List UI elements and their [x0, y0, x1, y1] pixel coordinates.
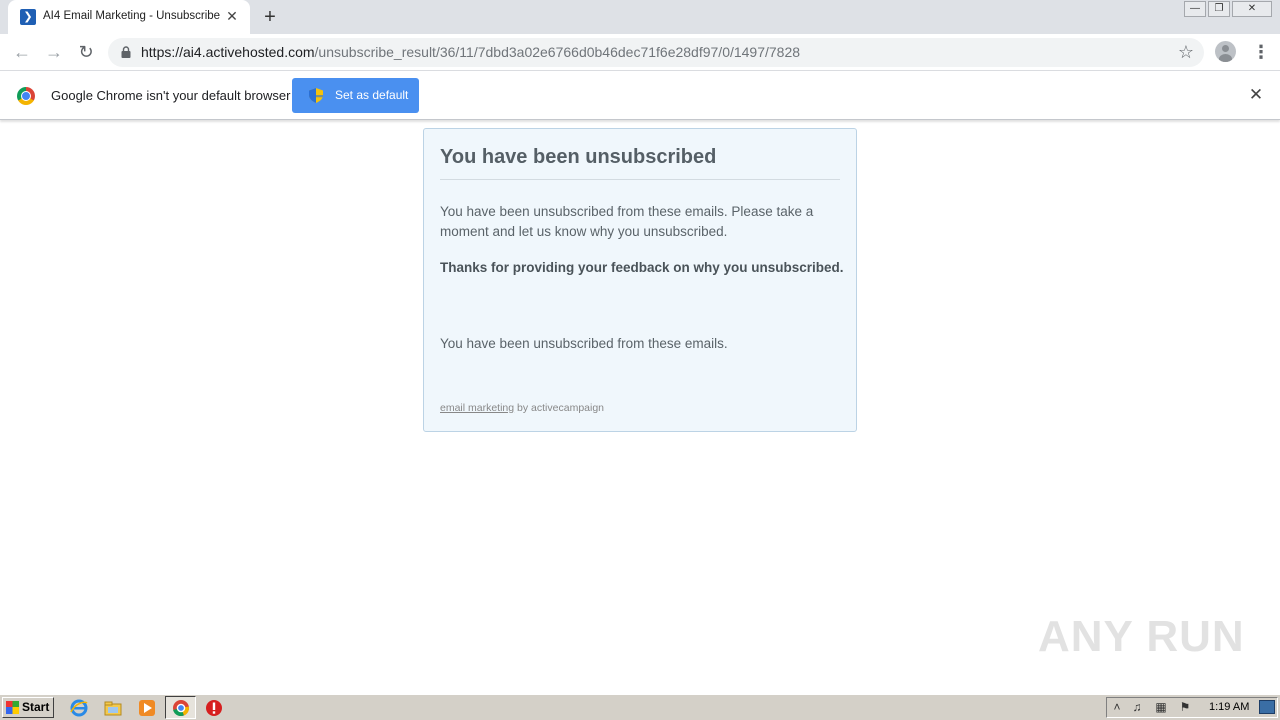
- clock[interactable]: 1:19 AM: [1209, 701, 1249, 713]
- system-tray: ˄ ♫ ▦ ⚑ 1:19 AM: [1106, 697, 1278, 718]
- unsubscribe-message: You have been unsubscribed from these em…: [440, 204, 814, 239]
- reload-icon[interactable]: ↻: [74, 40, 98, 64]
- infobar-message: Google Chrome isn't your default browser: [51, 88, 291, 103]
- footer-suffix: by activecampaign: [514, 402, 605, 414]
- title-divider: [440, 179, 840, 180]
- unsubscribe-confirmation: You have been unsubscribed from these em…: [440, 336, 728, 351]
- explorer-icon[interactable]: [104, 699, 122, 717]
- activecampaign-favicon-icon: ❯: [20, 9, 36, 25]
- start-label: Start: [22, 700, 50, 714]
- minimize-button[interactable]: —: [1184, 1, 1206, 17]
- chrome-menu-icon[interactable]: ⋮: [1252, 42, 1270, 62]
- profile-avatar-icon[interactable]: [1215, 41, 1236, 62]
- chrome-logo-icon: [17, 87, 35, 105]
- feedback-thanks-message: Thanks for providing your feedback on wh…: [440, 260, 844, 275]
- anyrun-watermark: ANY RUN: [1038, 612, 1245, 661]
- address-bar[interactable]: https://ai4.activehosted.com/unsubscribe…: [108, 38, 1204, 67]
- card-footer: email marketing by activecampaign: [440, 402, 604, 414]
- lock-icon: [121, 46, 131, 58]
- browser-tab[interactable]: ❯ AI4 Email Marketing - Unsubscribe ✕: [8, 0, 250, 34]
- bookmark-star-icon[interactable]: ☆: [1178, 42, 1194, 62]
- volume-icon[interactable]: ♫: [1130, 700, 1144, 714]
- unsubscribe-card: You have been unsubscribed You have been…: [423, 128, 857, 432]
- email-marketing-link[interactable]: email marketing: [440, 402, 514, 414]
- back-arrow-icon[interactable]: ←: [10, 40, 34, 64]
- network-icon[interactable]: ▦: [1154, 700, 1168, 714]
- default-browser-infobar: Google Chrome isn't your default browser…: [0, 72, 1280, 120]
- page-title: You have been unsubscribed: [440, 146, 717, 168]
- url-text[interactable]: https://ai4.activehosted.com/unsubscribe…: [141, 44, 800, 60]
- restore-button[interactable]: ❐: [1208, 1, 1230, 17]
- start-button[interactable]: Start: [2, 697, 54, 718]
- browser-toolbar: ← → ↻ https://ai4.activehosted.com/unsub…: [0, 34, 1280, 71]
- uac-shield-icon: [309, 88, 323, 103]
- tab-strip: ❯ AI4 Email Marketing - Unsubscribe ✕ + …: [0, 0, 1280, 34]
- set-as-default-label: Set as default: [335, 88, 409, 102]
- chrome-taskbar-button[interactable]: [165, 696, 196, 719]
- chrome-icon: [173, 700, 190, 717]
- tab-close-icon[interactable]: ✕: [224, 8, 240, 24]
- url-host: https://ai4.activehosted.com: [141, 44, 315, 60]
- forward-arrow-icon[interactable]: →: [42, 40, 66, 64]
- set-as-default-button[interactable]: Set as default: [292, 78, 419, 113]
- media-player-icon[interactable]: [138, 699, 156, 717]
- show-desktop-icon[interactable]: [1259, 700, 1275, 714]
- ie-icon[interactable]: [70, 699, 88, 717]
- window-close-button[interactable]: ✕: [1232, 1, 1272, 17]
- url-path: /unsubscribe_result/36/11/7dbd3a02e6766d…: [314, 44, 801, 60]
- new-tab-button[interactable]: +: [258, 6, 282, 28]
- windows-flag-icon: [6, 701, 19, 714]
- windows-taskbar: Start ˄ ♫ ▦ ⚑ 1:19 AM: [0, 694, 1280, 720]
- stop-icon[interactable]: [205, 699, 223, 717]
- show-hidden-icons-icon[interactable]: ˄: [1110, 700, 1124, 714]
- tab-title: AI4 Email Marketing - Unsubscribe: [43, 10, 221, 22]
- infobar-close-icon[interactable]: ✕: [1247, 86, 1265, 104]
- action-center-flag-icon[interactable]: ⚑: [1178, 700, 1192, 714]
